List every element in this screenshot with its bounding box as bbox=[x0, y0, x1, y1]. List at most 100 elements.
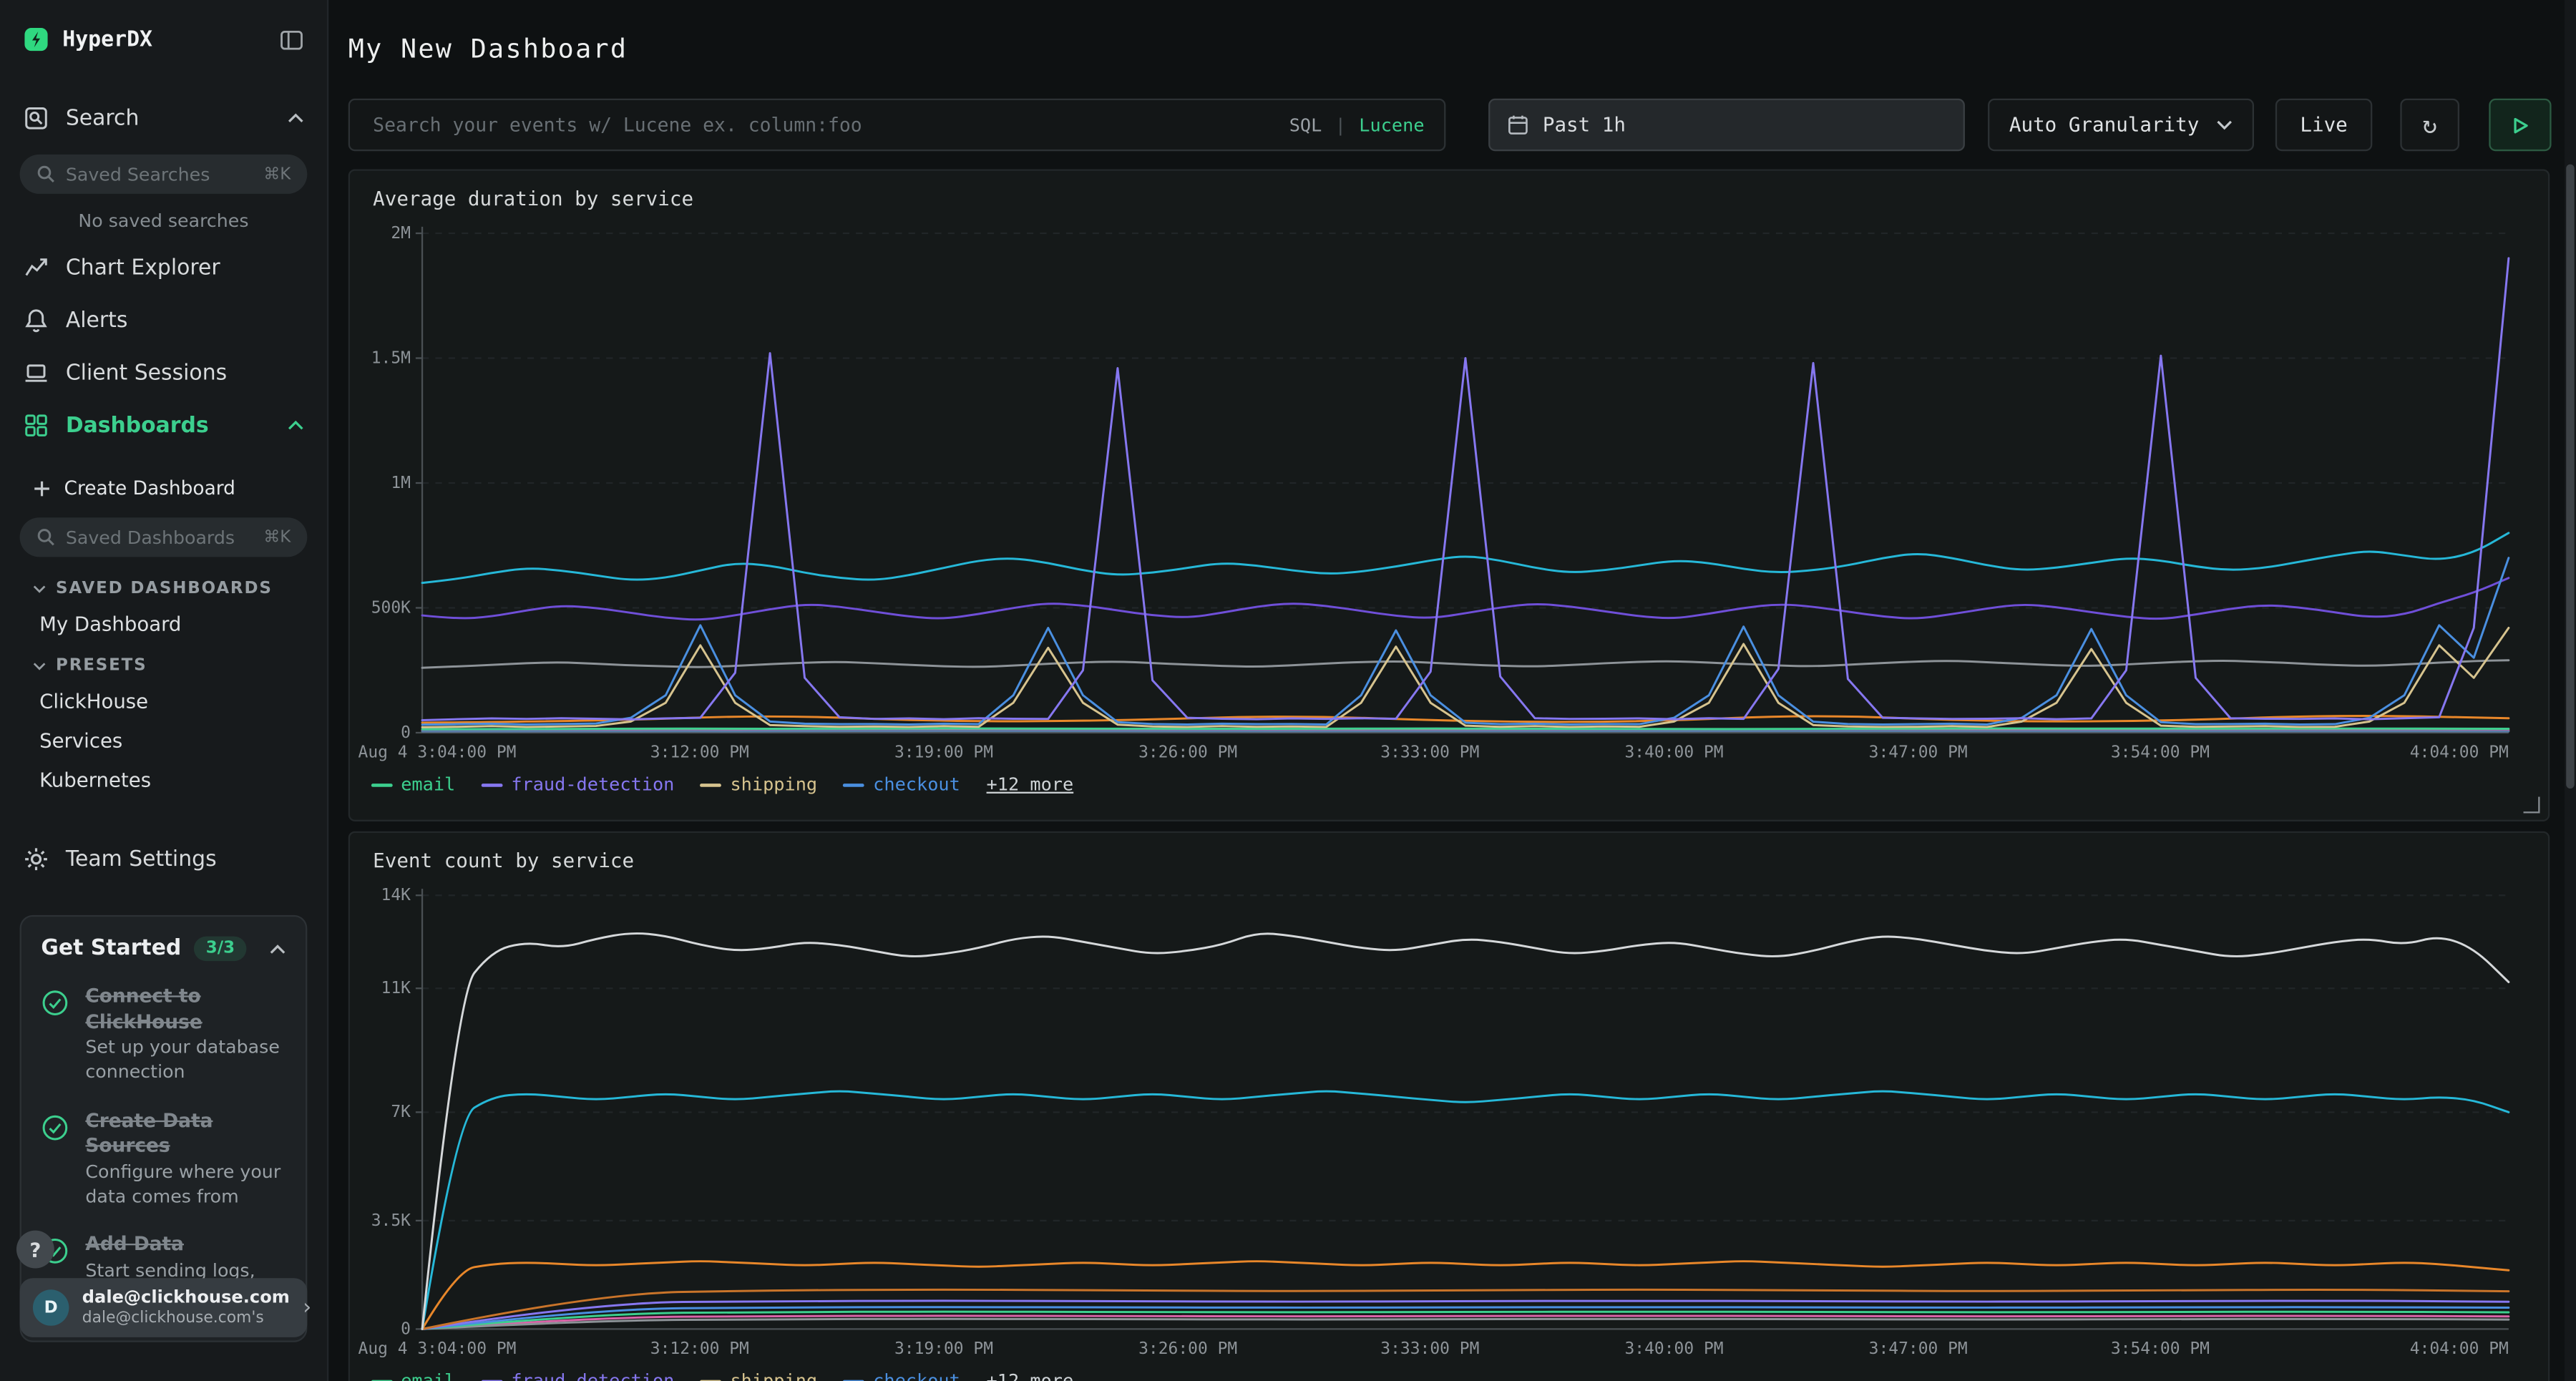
svg-text:4:04:00 PM: 4:04:00 PM bbox=[2410, 743, 2509, 761]
sql-mode-toggle[interactable]: SQL bbox=[1289, 114, 1322, 136]
saved-dashboards-input[interactable]: Saved Dashboards ⌘K bbox=[20, 517, 308, 557]
svg-text:14K: 14K bbox=[381, 886, 411, 904]
scrollbar-track[interactable] bbox=[2565, 0, 2576, 1381]
play-icon bbox=[2511, 116, 2529, 134]
user-email: dale@clickhouse.com bbox=[82, 1288, 290, 1309]
series-other-3 bbox=[422, 533, 2509, 583]
legend-item-shipping[interactable]: shipping bbox=[701, 1370, 817, 1381]
series-checkout bbox=[422, 558, 2509, 725]
get-started-item-sources[interactable]: Create Data Sources Configure where your… bbox=[41, 1108, 286, 1210]
run-query-button[interactable] bbox=[2489, 99, 2551, 151]
svg-text:3:19:00 PM: 3:19:00 PM bbox=[894, 743, 993, 761]
svg-text:3:12:00 PM: 3:12:00 PM bbox=[650, 1339, 749, 1358]
logo-row: HyperDX bbox=[0, 0, 327, 69]
series-fraud-detection bbox=[422, 258, 2509, 721]
granularity-select[interactable]: Auto Granularity bbox=[1988, 99, 2254, 151]
sidebar-item-kubernetes[interactable]: Kubernetes bbox=[0, 761, 327, 800]
get-started-item-desc: Configure where your data comes from bbox=[85, 1161, 286, 1210]
dashboards-grid-icon bbox=[23, 412, 49, 439]
sidebar-item-team-settings[interactable]: Team Settings bbox=[0, 833, 327, 885]
legend-item-checkout[interactable]: checkout bbox=[844, 1370, 960, 1381]
get-started-item-title: Connect to ClickHouse bbox=[85, 984, 286, 1035]
legend-item-email[interactable]: email bbox=[371, 1370, 455, 1381]
svg-text:Aug 4 3:04:00 PM: Aug 4 3:04:00 PM bbox=[358, 1339, 517, 1358]
get-started-item-desc: Set up your database connection bbox=[85, 1037, 286, 1085]
svg-text:3:26:00 PM: 3:26:00 PM bbox=[1138, 1339, 1237, 1358]
sidebar-item-clickhouse[interactable]: ClickHouse bbox=[0, 682, 327, 721]
svg-text:3:47:00 PM: 3:47:00 PM bbox=[1869, 1339, 1968, 1358]
svg-text:3.5K: 3.5K bbox=[371, 1211, 411, 1230]
svg-text:3:54:00 PM: 3:54:00 PM bbox=[2111, 1339, 2210, 1358]
legend-item-shipping[interactable]: shipping bbox=[701, 774, 817, 795]
chart-explorer-icon bbox=[23, 255, 49, 281]
scrollbar-thumb[interactable] bbox=[2566, 165, 2574, 789]
section-label: SAVED DASHBOARDS bbox=[56, 580, 273, 597]
create-dashboard-label: Create Dashboard bbox=[64, 477, 235, 499]
chevron-up-icon[interactable] bbox=[270, 944, 286, 954]
svg-text:2M: 2M bbox=[391, 224, 411, 243]
svg-text:500K: 500K bbox=[371, 598, 411, 617]
saved-dashboards-section-header[interactable]: SAVED DASHBOARDS bbox=[0, 567, 327, 605]
sidebar-item-client-sessions[interactable]: Client Sessions bbox=[0, 346, 327, 399]
time-range-picker[interactable]: Past 1h bbox=[1488, 99, 1965, 151]
chevron-up-icon bbox=[288, 113, 304, 123]
sidebar-item-services[interactable]: Services bbox=[0, 721, 327, 761]
chevron-up-icon bbox=[288, 421, 304, 431]
event-search-box[interactable]: SQL | Lucene bbox=[348, 99, 1446, 151]
sidebar-item-label: Dashboards bbox=[66, 413, 209, 437]
refresh-button[interactable]: ↻ bbox=[2400, 99, 2459, 151]
legend-item-checkout[interactable]: checkout bbox=[844, 774, 960, 795]
lucene-mode-toggle[interactable]: Lucene bbox=[1359, 114, 1424, 136]
sidebar-collapse-icon[interactable] bbox=[279, 27, 303, 52]
sidebar-item-chart-explorer[interactable]: Chart Explorer bbox=[0, 242, 327, 294]
saved-searches-placeholder: Saved Searches bbox=[66, 163, 254, 185]
legend-more-link[interactable]: +12 more bbox=[987, 774, 1074, 795]
create-dashboard-button[interactable]: Create Dashboard bbox=[0, 465, 327, 508]
legend-item-fraud-detection[interactable]: fraud-detection bbox=[482, 774, 674, 795]
sidebar-item-my-dashboard[interactable]: My Dashboard bbox=[0, 605, 327, 644]
event-search-input[interactable] bbox=[370, 112, 1277, 138]
legend-dash bbox=[371, 783, 393, 786]
chart-title: Event count by service bbox=[350, 833, 2548, 872]
svg-text:3:33:00 PM: 3:33:00 PM bbox=[1380, 1339, 1479, 1358]
granularity-value: Auto Granularity bbox=[2009, 113, 2199, 136]
get-started-item-connect[interactable]: Connect to ClickHouse Set up your databa… bbox=[41, 984, 286, 1085]
svg-text:3:33:00 PM: 3:33:00 PM bbox=[1380, 743, 1479, 761]
average-duration-legend: email fraud-detection shipping checkout +12 … bbox=[350, 768, 2548, 795]
svg-text:4:04:00 PM: 4:04:00 PM bbox=[2410, 1339, 2509, 1358]
legend-label: fraud-detection bbox=[511, 774, 674, 795]
presets-section-header[interactable]: PRESETS bbox=[0, 644, 327, 682]
series-fraud-detection bbox=[422, 1301, 2509, 1329]
svg-text:1.5M: 1.5M bbox=[371, 348, 411, 367]
saved-searches-input[interactable]: Saved Searches ⌘K bbox=[20, 155, 308, 194]
panel-resize-handle[interactable] bbox=[2524, 797, 2540, 814]
series-other-2 bbox=[422, 1091, 2509, 1329]
sidebar-item-dashboards[interactable]: Dashboards bbox=[0, 399, 327, 452]
filter-toolbar: SQL | Lucene Past 1h Auto Granularity Li… bbox=[348, 99, 2552, 151]
get-started-item-title: Add Data bbox=[85, 1233, 286, 1259]
calendar-icon bbox=[1506, 113, 1529, 136]
sidebar-item-search[interactable]: Search bbox=[0, 92, 327, 145]
bell-icon bbox=[23, 307, 49, 333]
sidebar-item-alerts[interactable]: Alerts bbox=[0, 294, 327, 346]
legend-item-fraud-detection[interactable]: fraud-detection bbox=[482, 1370, 674, 1381]
sidebar: HyperDX Search Saved Searches ⌘K No save… bbox=[0, 0, 328, 1381]
page-title: My New Dashboard bbox=[348, 33, 628, 64]
check-circle-icon bbox=[41, 1113, 69, 1141]
legend-more-link[interactable]: +12 more bbox=[987, 1370, 1074, 1381]
live-button[interactable]: Live bbox=[2275, 99, 2372, 151]
legend-dash bbox=[701, 783, 722, 786]
svg-text:Aug 4 3:04:00 PM: Aug 4 3:04:00 PM bbox=[358, 743, 517, 761]
panel-average-duration: Average duration by service 0500K1M1.5M2… bbox=[348, 169, 2550, 821]
help-button[interactable]: ? bbox=[16, 1231, 54, 1269]
check-circle-icon bbox=[41, 989, 69, 1017]
sidebar-item-label: Alerts bbox=[66, 308, 128, 332]
mode-divider: | bbox=[1335, 114, 1346, 136]
average-duration-chart[interactable]: 0500K1M1.5M2MAug 4 3:04:00 PM3:12:00 PM3… bbox=[358, 217, 2540, 768]
legend-dash bbox=[844, 783, 865, 786]
app-title: HyperDX bbox=[62, 27, 152, 52]
legend-label: email bbox=[401, 1370, 455, 1381]
user-menu[interactable]: D dale@clickhouse.com dale@clickhouse.co… bbox=[20, 1278, 308, 1337]
event-count-chart[interactable]: 03.5K7K11K14KAug 4 3:04:00 PM3:12:00 PM3… bbox=[358, 879, 2540, 1365]
legend-item-email[interactable]: email bbox=[371, 774, 455, 795]
